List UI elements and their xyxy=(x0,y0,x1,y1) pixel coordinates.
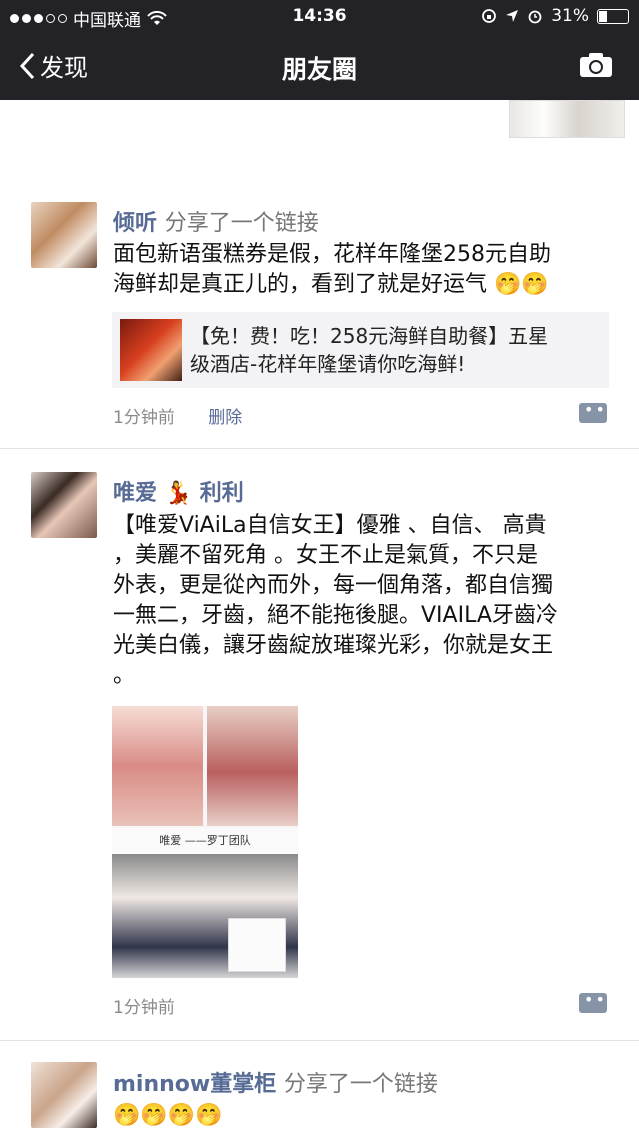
post-image[interactable]: 唯爱 ——罗丁团队 xyxy=(112,706,298,978)
avatar[interactable] xyxy=(31,1062,97,1128)
author-name-part: 利利 xyxy=(199,481,244,506)
post-author-line: 倾听 分享了一个链接 xyxy=(113,205,319,237)
share-action-text: 分享了一个链接 xyxy=(164,211,319,236)
delete-button[interactable]: 删除 xyxy=(208,408,242,428)
post-text-line: 面包新语蛋糕券是假，花样年隆堡258元自助 xyxy=(113,242,551,267)
alarm-icon xyxy=(528,10,542,24)
link-thumbnail xyxy=(120,319,182,381)
battery-level-fill xyxy=(599,10,608,22)
navigation-bar: 中国联通 14:36 31% 发现 朋友圈 xyxy=(0,0,639,100)
post-text-line: 【唯爱ViAiLa自信女王】優雅 、自信、 高貴 xyxy=(113,513,547,538)
author-name[interactable]: 唯爱 💃 利利 xyxy=(113,475,244,507)
comment-icon[interactable] xyxy=(579,990,607,1013)
post-text: 面包新语蛋糕券是假，花样年隆堡258元自助 海鲜却是真正儿的，看到了就是好运气 … xyxy=(113,240,551,300)
post-time: 1分钟前 xyxy=(113,408,175,428)
share-action-text: 分享了一个链接 xyxy=(283,1072,438,1097)
post-meta: 1分钟前 删除 xyxy=(113,403,242,428)
author-name-part: 唯爱 xyxy=(113,481,158,506)
post-time: 1分钟前 xyxy=(113,998,175,1018)
author-name[interactable]: minnow董掌柜 xyxy=(113,1072,276,1097)
rotation-lock-icon xyxy=(482,9,497,23)
post-text-line: 一無二，牙齒，絕不能拖後腿。VIAILA牙齒冷 xyxy=(113,603,558,628)
author-name[interactable]: 倾听 xyxy=(113,211,157,236)
post-text-line: 。 xyxy=(113,663,136,688)
model-photo xyxy=(112,854,298,978)
teeth-photo xyxy=(207,706,298,826)
avatar[interactable] xyxy=(31,472,97,538)
link-title: 【免！费！吃！258元海鲜自助餐】五星 级酒店-花样年隆堡请你吃海鲜! xyxy=(190,322,590,378)
image-caption: 唯爱 ——罗丁团队 xyxy=(112,828,298,854)
camera-icon[interactable] xyxy=(579,52,613,78)
page-title: 朋友圈 xyxy=(281,55,357,84)
post-divider xyxy=(0,448,639,449)
previous-post-image[interactable] xyxy=(509,100,625,138)
battery-icon xyxy=(597,8,629,24)
post-text-line: 外表，更是從內而外，每一個角落，都自信獨 xyxy=(113,573,554,598)
post-text-line: ，美麗不留死角 。女王不止是氣質，不只是 xyxy=(113,543,538,568)
post-text: 【唯爱ViAiLa自信女王】優雅 、自信、 高貴 ，美麗不留死角 。女王不止是氣… xyxy=(113,511,558,691)
link-title-line: 级酒店-花样年隆堡请你吃海鲜! xyxy=(190,352,466,376)
post-author-line: minnow董掌柜 分享了一个链接 xyxy=(113,1066,438,1098)
link-title-line: 【免！费！吃！258元海鲜自助餐】五星 xyxy=(190,324,549,348)
post-text-line: 海鲜却是真正儿的，看到了就是好运气 🤭🤭 xyxy=(113,272,549,297)
avatar[interactable] xyxy=(31,202,97,268)
status-bar: 中国联通 14:36 31% xyxy=(0,0,639,34)
post-text-line: 光美白儀，讓牙齒綻放璀璨光彩，你就是女王 xyxy=(113,633,554,658)
location-icon xyxy=(506,10,519,22)
post-divider xyxy=(0,1040,639,1041)
battery-percent: 31% xyxy=(551,6,589,26)
dancer-icon: 💃 xyxy=(164,481,193,506)
comment-icon[interactable] xyxy=(579,400,607,423)
product-box xyxy=(228,918,286,972)
post-text: 🤭🤭🤭🤭 xyxy=(113,1103,223,1128)
shared-link-card[interactable]: 【免！费！吃！258元海鲜自助餐】五星 级酒店-花样年隆堡请你吃海鲜! xyxy=(112,312,609,388)
teeth-photo xyxy=(112,706,203,826)
